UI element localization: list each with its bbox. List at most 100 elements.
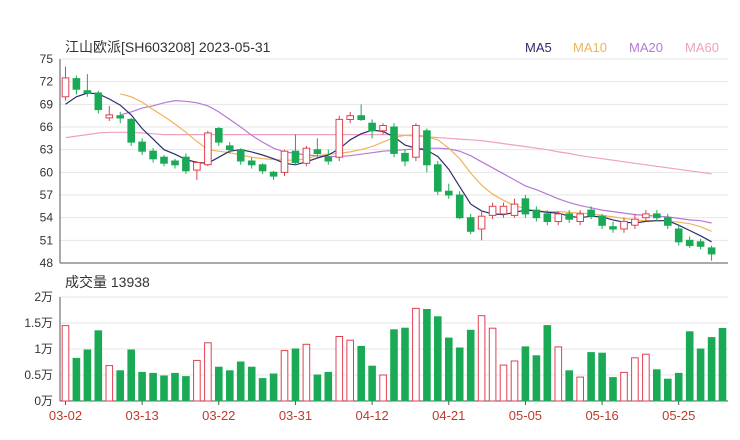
candle	[412, 123, 420, 161]
volume-bar	[280, 350, 289, 402]
price-y-tick-label: 57	[40, 188, 54, 202]
candle-body	[390, 126, 398, 154]
price-y-tick-label: 48	[40, 256, 54, 270]
candle-body	[554, 213, 563, 222]
x-tick-label: 03-22	[202, 408, 235, 423]
volume-bar	[236, 361, 245, 402]
candle-body	[204, 132, 212, 166]
candle-body	[455, 194, 464, 219]
candle	[72, 75, 81, 95]
volume-bar	[390, 329, 398, 402]
candle	[215, 127, 223, 146]
candle-body	[532, 209, 541, 219]
candle	[346, 111, 354, 124]
candle-body	[434, 164, 442, 192]
candle	[455, 191, 464, 220]
candle-body	[499, 205, 508, 215]
candle	[313, 138, 322, 158]
volume-bar	[609, 377, 617, 402]
volume-bar	[105, 365, 114, 402]
volume-bar	[565, 370, 574, 402]
candle	[302, 145, 311, 167]
volume-bar	[718, 328, 727, 402]
volume-bar	[685, 331, 694, 402]
volume-bar	[324, 371, 333, 402]
candle-body	[236, 149, 245, 162]
volume-bar	[434, 316, 442, 402]
candle-body	[324, 156, 333, 162]
candle-body	[488, 205, 497, 216]
price-y-tick-label: 51	[40, 233, 54, 247]
volume-bar	[412, 307, 420, 402]
candle-body	[477, 215, 486, 230]
legend-ma10: MA10	[573, 40, 607, 55]
candle-body	[269, 171, 278, 177]
volume-bar	[499, 364, 508, 402]
candle	[83, 74, 92, 97]
candle	[204, 130, 212, 167]
volume-bar	[94, 330, 103, 402]
candle-body	[138, 141, 146, 152]
candle-body	[565, 213, 574, 220]
candle-body	[685, 239, 694, 247]
volume-bar	[193, 359, 201, 402]
x-tick-label: 03-02	[49, 408, 82, 423]
candle-body	[401, 152, 409, 162]
candle-body	[335, 118, 344, 158]
candle	[532, 206, 541, 222]
candle-body	[72, 78, 81, 90]
candle-body	[379, 125, 387, 132]
candle	[390, 123, 398, 158]
volume-chart-title: 成交量 13938	[65, 274, 150, 290]
volume-y-tick-label: 1万	[34, 342, 53, 356]
candle	[116, 111, 125, 124]
volume-bar	[445, 337, 453, 402]
candle	[488, 202, 497, 220]
legend-ma60: MA60	[685, 40, 719, 55]
x-tick-label: 03-31	[279, 408, 312, 423]
volume-bar	[620, 371, 628, 402]
volume-bar	[127, 349, 136, 402]
candle-body	[226, 145, 234, 151]
candle	[620, 217, 628, 233]
candle-body	[193, 162, 201, 171]
candle-body	[368, 122, 376, 132]
x-tick-label: 04-12	[355, 408, 388, 423]
price-y-tick-label: 66	[40, 120, 54, 134]
volume-bar	[291, 348, 300, 402]
price-y-tick-label: 63	[40, 143, 54, 157]
candle-body	[357, 115, 365, 120]
candle-body	[510, 203, 519, 216]
volume-y-axis: 2万 1.5万 1万 0.5万 0万	[24, 290, 53, 408]
volume-bar	[247, 366, 256, 402]
price-y-axis: 75 72 69 66 63 60 57 54 51 48	[40, 52, 54, 270]
candle	[401, 149, 409, 167]
volume-bar	[707, 337, 716, 402]
volume-y-tick-label: 0万	[34, 394, 53, 408]
candle	[105, 105, 114, 121]
price-y-tick-label: 75	[40, 52, 54, 66]
volume-bar	[488, 327, 497, 402]
candle-body	[631, 218, 639, 226]
candle-body	[653, 213, 661, 219]
legend-ma5: MA5	[525, 40, 552, 55]
volume-bar	[543, 325, 552, 402]
candle-body	[127, 118, 136, 143]
volume-bar	[335, 336, 344, 402]
candle	[368, 119, 376, 139]
candle	[94, 90, 103, 114]
candle	[598, 213, 606, 229]
candle	[138, 138, 146, 155]
candle-body	[445, 190, 453, 196]
candle-body	[182, 156, 190, 172]
volume-bar	[258, 378, 267, 402]
candle	[674, 225, 683, 246]
candle-body	[466, 217, 475, 232]
candle	[335, 115, 344, 161]
volume-bar	[477, 315, 486, 402]
candle	[554, 211, 563, 226]
volume-bar	[149, 372, 157, 402]
volume-bar	[182, 376, 190, 402]
candle-body	[105, 114, 114, 119]
volume-bar	[83, 349, 92, 402]
